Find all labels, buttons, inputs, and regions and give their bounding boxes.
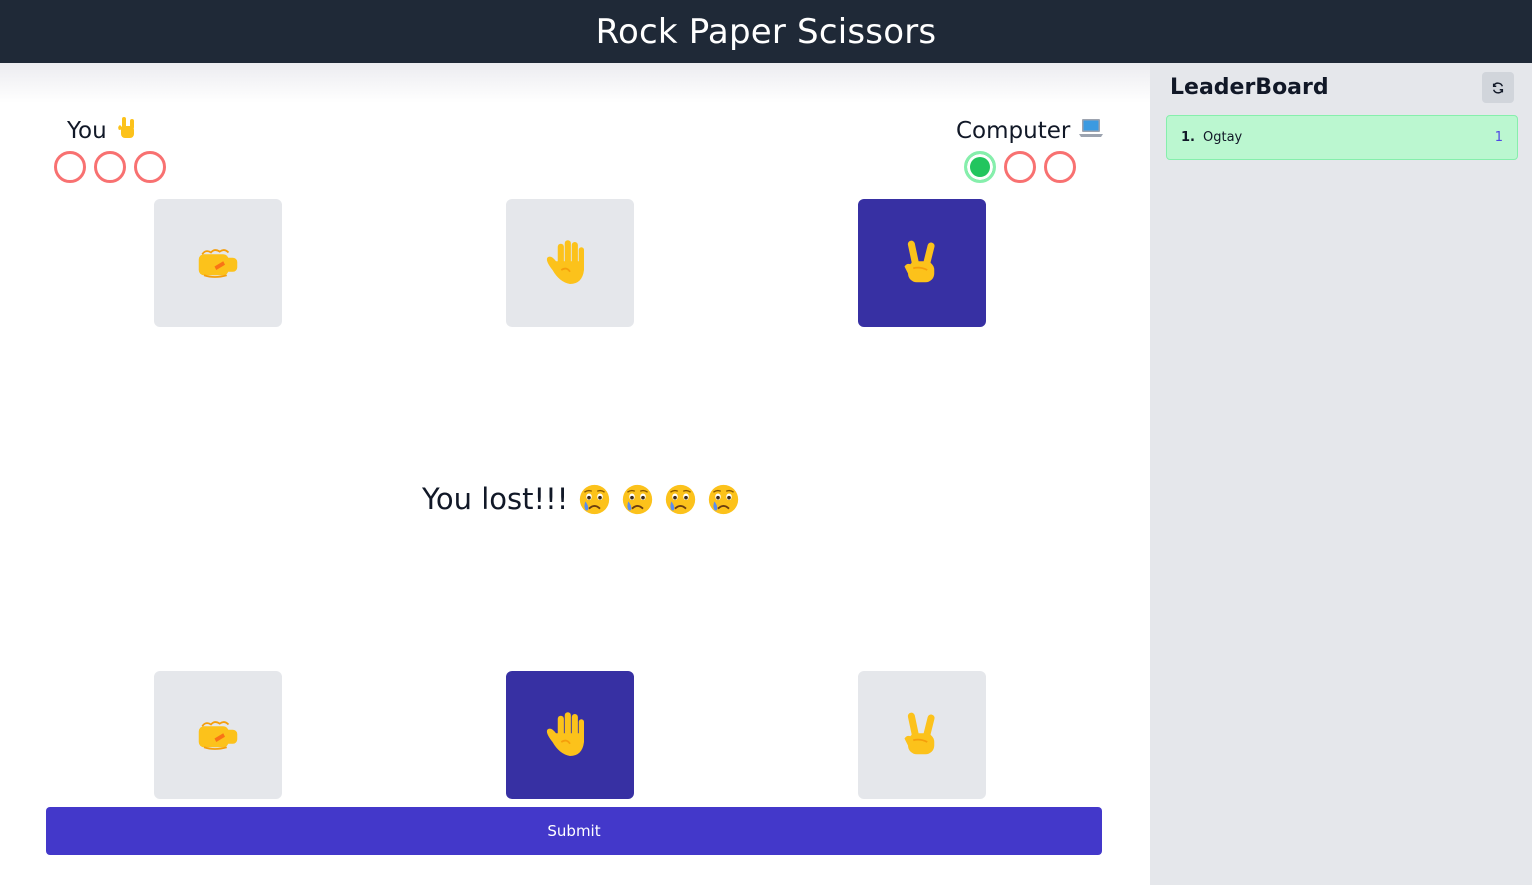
laptop-icon: [1078, 115, 1104, 147]
crying-face-icon: [707, 483, 740, 516]
player-choice-paper[interactable]: [506, 671, 634, 799]
result-text: You lost!!!: [422, 482, 569, 516]
submit-button[interactable]: Submit: [46, 807, 1102, 855]
computer-choice-scissors: [858, 199, 986, 327]
victory-hand-icon: [894, 707, 950, 763]
computer-label: Computer: [956, 115, 1104, 147]
leaderboard-title: LeaderBoard: [1170, 75, 1329, 100]
result-emojis: [578, 483, 740, 516]
computer-label-text: Computer: [956, 118, 1071, 144]
crying-face-icon: [664, 483, 697, 516]
leaderboard-rank: 1.: [1181, 130, 1195, 145]
raised-hand-icon: [542, 707, 598, 763]
you-round-dot: [54, 151, 86, 183]
you-round-dot: [134, 151, 166, 183]
player-choice-scissors[interactable]: [858, 671, 986, 799]
computer-round-dot: [1004, 151, 1036, 183]
you-round-dot: [94, 151, 126, 183]
leaderboard-entry: 1. Ogtay 1: [1166, 115, 1518, 160]
crying-face-icon: [578, 483, 611, 516]
fist-icon: [190, 235, 246, 291]
fist-icon: [190, 707, 246, 763]
computer-score-dots: [964, 151, 1076, 183]
you-label-text: You: [67, 118, 107, 144]
leaderboard-name: Ogtay: [1202, 130, 1243, 145]
result-message: You lost!!!: [422, 482, 742, 516]
computer-round-dot: [964, 151, 996, 183]
raised-hand-icon: [542, 235, 598, 291]
computer-choice-rock: [154, 199, 282, 327]
top-bar: Rock Paper Scissors: [0, 0, 1532, 63]
app-title: Rock Paper Scissors: [595, 11, 937, 52]
victory-hand-icon: [894, 235, 950, 291]
crying-face-icon: [621, 483, 654, 516]
refresh-button[interactable]: [1482, 72, 1514, 103]
header-shadow: [0, 63, 1150, 103]
you-label: You: [67, 115, 141, 147]
leaderboard-panel: LeaderBoard 1. Ogtay 1: [1150, 63, 1532, 885]
computer-choice-paper: [506, 199, 634, 327]
refresh-icon: [1492, 81, 1504, 94]
computer-round-dot: [1044, 151, 1076, 183]
player-choice-rock[interactable]: [154, 671, 282, 799]
rock-on-hand-icon: [115, 115, 141, 147]
leaderboard-score: 1: [1494, 130, 1503, 145]
you-score-dots: [54, 151, 166, 183]
